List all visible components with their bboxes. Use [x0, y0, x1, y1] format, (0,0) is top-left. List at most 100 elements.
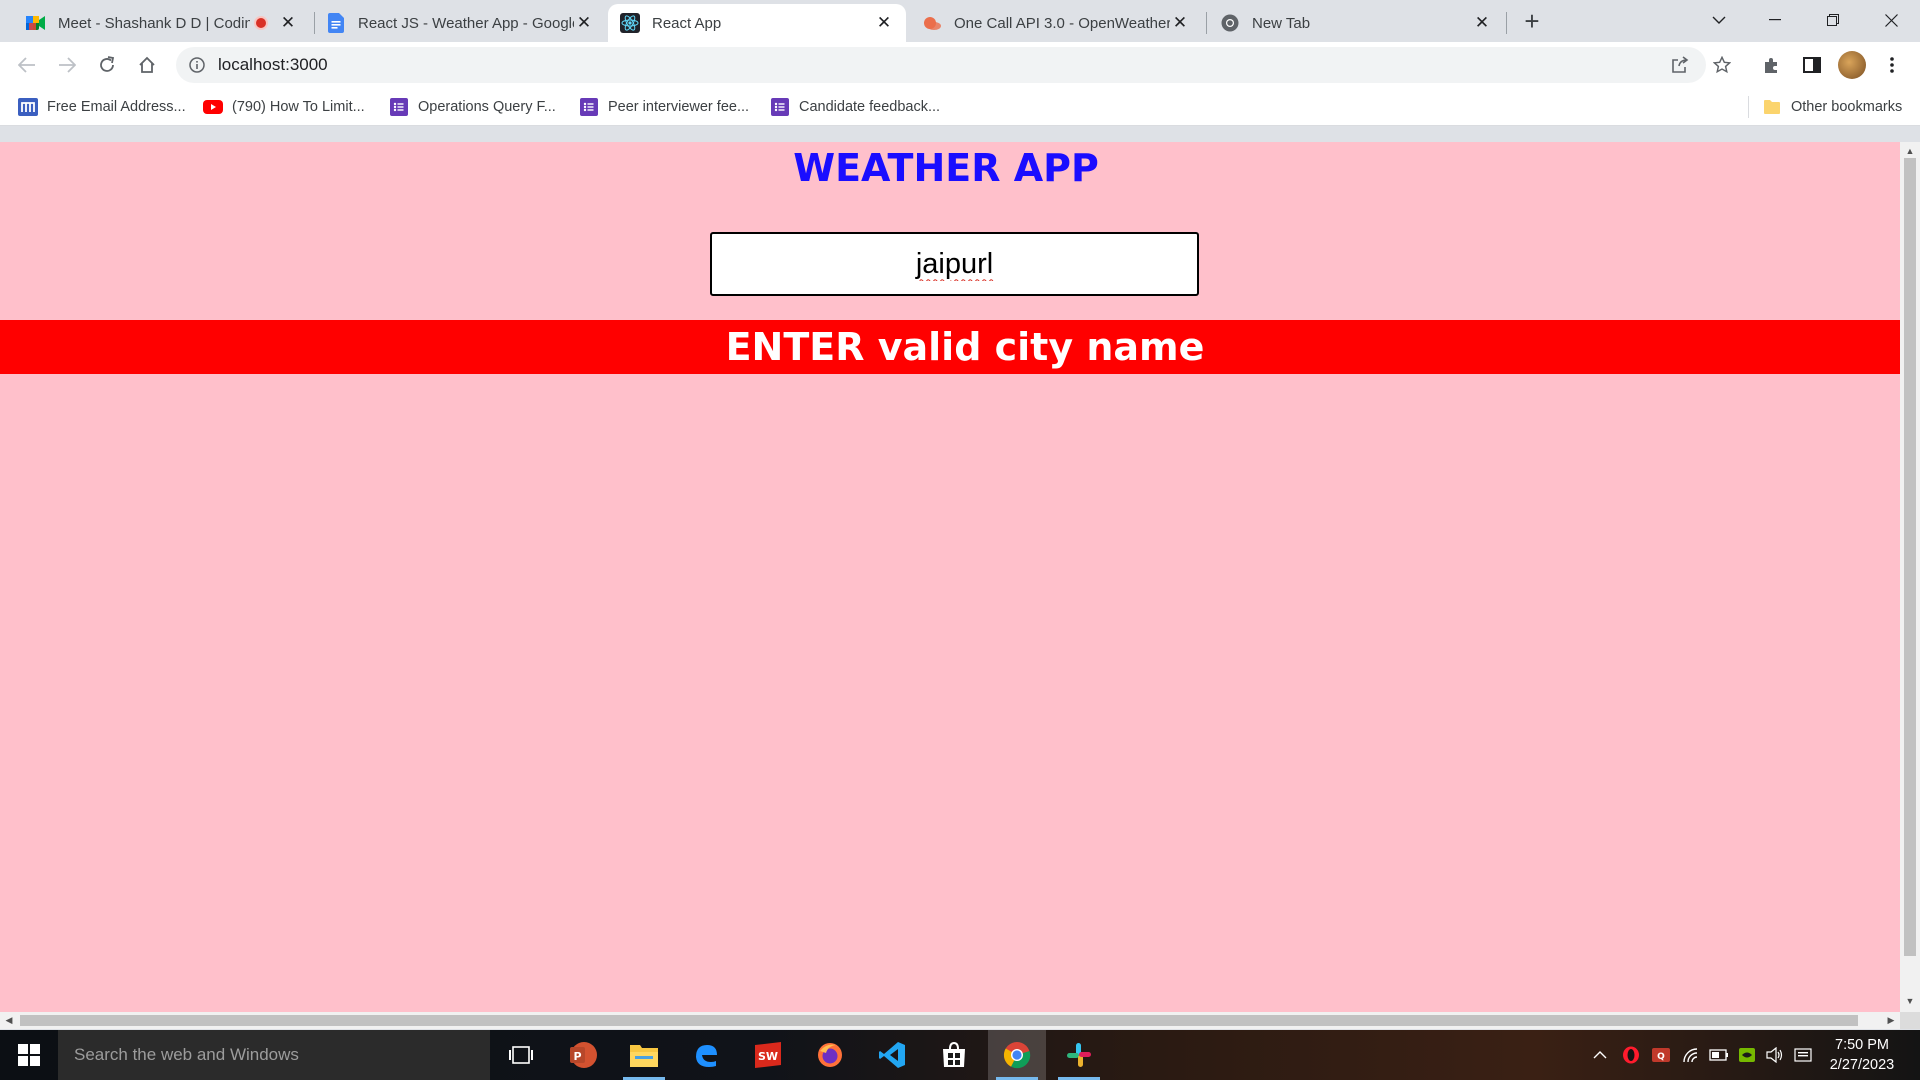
slack-icon[interactable]: [1050, 1030, 1108, 1080]
keyboard-input-icon[interactable]: [1790, 1030, 1816, 1080]
tab-title: Meet - Shashank D D | Codin: [58, 14, 250, 32]
bookmark-label: Candidate feedback...: [799, 99, 941, 115]
scroll-left-arrow-icon[interactable]: ◀: [4, 1015, 14, 1026]
taskbar-search-box[interactable]: Search the web and Windows: [58, 1030, 490, 1080]
taskbar-search-placeholder: Search the web and Windows: [74, 1045, 299, 1064]
bookmark-item[interactable]: (790) How To Limit...: [203, 96, 365, 118]
google-forms-icon: [389, 97, 409, 117]
bookmark-item[interactable]: Operations Query F...: [389, 96, 556, 118]
svg-text:SW: SW: [758, 1050, 778, 1063]
minimize-button[interactable]: [1752, 0, 1798, 40]
powerpoint-icon[interactable]: P: [554, 1030, 612, 1080]
tab-search-chevron-icon[interactable]: [1696, 0, 1742, 40]
firefox-icon[interactable]: [801, 1030, 859, 1080]
home-button[interactable]: [131, 49, 163, 81]
horizontal-scroll-thumb[interactable]: [20, 1015, 1858, 1026]
clock-time: 7:50 PM: [1835, 1037, 1889, 1053]
edge-icon[interactable]: [677, 1030, 735, 1080]
windows-logo-icon: [18, 1044, 40, 1066]
chrome-menu-icon[interactable]: [1878, 51, 1906, 79]
google-meet-icon: [26, 13, 46, 33]
close-window-button[interactable]: [1868, 0, 1914, 40]
windows-taskbar: Search the web and Windows P SW Q 7:50 P…: [0, 1030, 1920, 1080]
start-button[interactable]: [0, 1030, 58, 1080]
bookmark-item[interactable]: Candidate feedback...: [770, 96, 940, 118]
page-viewport: WEATHER APP ENTER valid city name ▲ ▼: [0, 142, 1920, 1012]
error-message: ENTER valid city name: [0, 320, 1900, 374]
volume-icon[interactable]: [1762, 1030, 1788, 1080]
profile-avatar[interactable]: [1838, 51, 1866, 79]
city-search-input[interactable]: [710, 232, 1199, 296]
url-text[interactable]: localhost:3000: [218, 55, 328, 75]
tab-separator: [1206, 12, 1207, 34]
tab-title: New Tab: [1252, 14, 1311, 32]
opera-icon[interactable]: [1618, 1030, 1644, 1080]
folder-icon: [1762, 97, 1782, 117]
tab-openweather[interactable]: One Call API 3.0 - OpenWeatherM ✕: [910, 4, 1202, 42]
other-bookmarks-label: Other bookmarks: [1791, 99, 1903, 115]
youtube-icon: [203, 97, 223, 117]
taskbar-clock[interactable]: 7:50 PM 2/27/2023: [1818, 1035, 1906, 1075]
tab-title: React App: [652, 14, 722, 32]
microsoft-store-icon[interactable]: [925, 1030, 983, 1080]
chrome-taskbar-icon[interactable]: [988, 1030, 1046, 1080]
reload-button[interactable]: [91, 49, 123, 81]
bookmark-item[interactable]: Peer interviewer fee...: [579, 96, 749, 118]
horizontal-scrollbar[interactable]: ◀ ▶: [0, 1012, 1900, 1029]
tab-meet[interactable]: Meet - Shashank D D | Codin ✕: [14, 4, 310, 42]
svg-text:P: P: [573, 1050, 581, 1063]
side-panel-icon[interactable]: [1798, 51, 1826, 79]
forward-button[interactable]: [51, 49, 83, 81]
bookmark-label: Peer interviewer fee...: [608, 99, 750, 115]
tab-close-icon[interactable]: ✕: [574, 13, 594, 33]
battery-icon[interactable]: [1706, 1030, 1732, 1080]
vertical-scroll-thumb[interactable]: [1904, 158, 1916, 956]
bookmark-item[interactable]: Free Email Address...: [18, 96, 186, 118]
google-docs-icon: [326, 13, 346, 33]
extensions-puzzle-icon[interactable]: [1758, 51, 1786, 79]
share-icon[interactable]: [1670, 55, 1690, 75]
solidworks-icon[interactable]: SW: [739, 1030, 797, 1080]
scroll-right-arrow-icon[interactable]: ▶: [1886, 1015, 1896, 1026]
tab-new-tab[interactable]: New Tab ✕: [1208, 4, 1504, 42]
app-title: WEATHER APP: [793, 146, 1099, 190]
scroll-up-arrow-icon[interactable]: ▲: [1905, 146, 1915, 156]
show-hidden-icons-chevron-icon[interactable]: [1588, 1030, 1612, 1080]
tab-title: React JS - Weather App - Google: [358, 14, 574, 32]
bookmarks-bar: Free Email Address... (790) How To Limit…: [0, 88, 1920, 126]
weather-app: WEATHER APP ENTER valid city name: [0, 142, 1900, 1012]
google-forms-icon: [770, 97, 790, 117]
tab-react-app[interactable]: React App ✕: [608, 4, 906, 42]
browser-toolbar: localhost:3000: [0, 42, 1920, 88]
tab-close-icon[interactable]: ✕: [1472, 13, 1492, 33]
bookmark-label: (790) How To Limit...: [232, 99, 365, 115]
vertical-scrollbar[interactable]: ▲ ▼: [1900, 142, 1920, 1012]
site-info-icon[interactable]: [188, 56, 206, 74]
tab-separator: [1506, 12, 1507, 34]
vscode-icon[interactable]: [863, 1030, 921, 1080]
task-view-icon[interactable]: [492, 1030, 550, 1080]
back-button[interactable]: [11, 49, 43, 81]
restore-button[interactable]: [1810, 0, 1856, 40]
tab-strip: Meet - Shashank D D | Codin ✕ React JS -…: [0, 0, 1920, 42]
other-bookmarks[interactable]: Other bookmarks: [1762, 96, 1902, 118]
bookmark-label: Free Email Address...: [47, 99, 186, 115]
file-explorer-icon[interactable]: [615, 1030, 673, 1080]
new-tab-button[interactable]: +: [1518, 8, 1546, 36]
tab-title: One Call API 3.0 - OpenWeatherM: [954, 14, 1170, 32]
tab-close-icon[interactable]: ✕: [1170, 13, 1190, 33]
m-logo-icon: [18, 97, 38, 117]
tab-close-icon[interactable]: ✕: [278, 13, 298, 33]
bookmark-star-icon[interactable]: [1712, 55, 1732, 75]
antivirus-tray-icon[interactable]: Q: [1648, 1030, 1674, 1080]
tab-google-docs[interactable]: React JS - Weather App - Google ✕: [314, 4, 606, 42]
scroll-down-arrow-icon[interactable]: ▼: [1905, 996, 1915, 1006]
openweather-icon: [922, 13, 942, 33]
address-bar[interactable]: localhost:3000: [176, 47, 1731, 83]
nvidia-icon[interactable]: [1734, 1030, 1760, 1080]
recording-indicator-icon: [254, 16, 268, 30]
scroll-corner: [1900, 1012, 1920, 1029]
wifi-icon[interactable]: [1678, 1030, 1704, 1080]
bookmark-label: Operations Query F...: [418, 99, 556, 115]
tab-close-icon[interactable]: ✕: [874, 13, 894, 33]
